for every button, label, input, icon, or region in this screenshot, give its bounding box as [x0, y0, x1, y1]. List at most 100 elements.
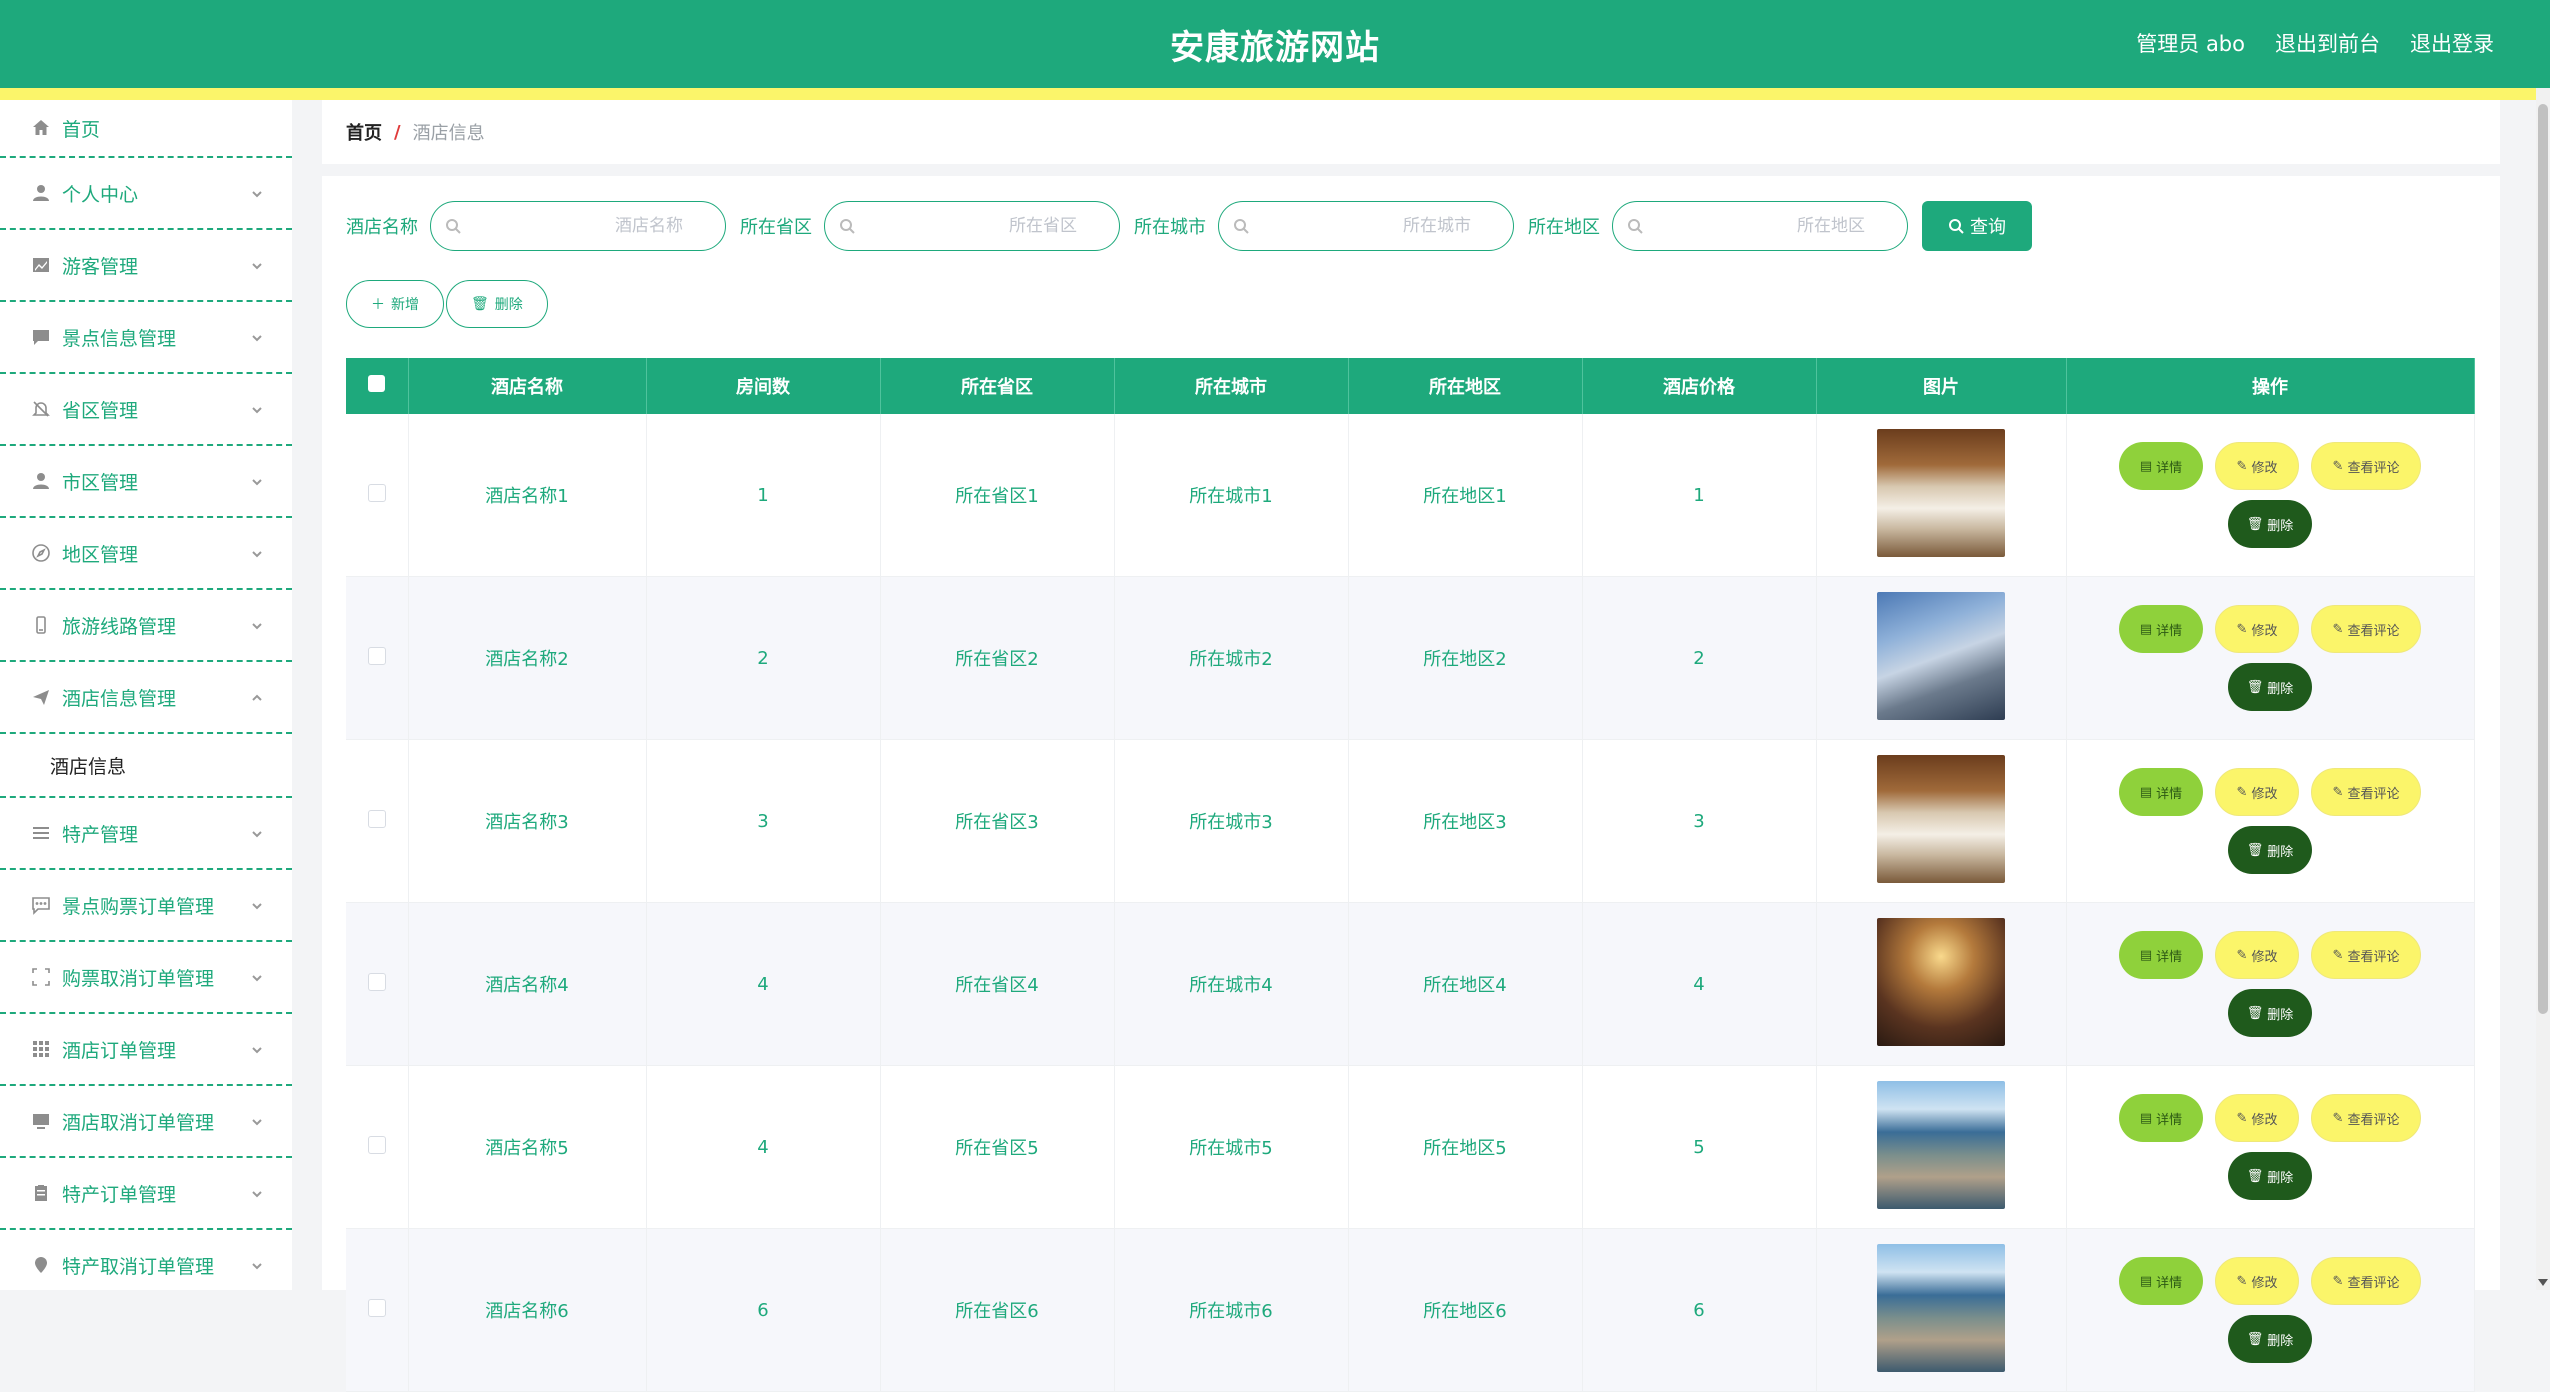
cell-image: [1816, 1228, 2067, 1392]
edit-button[interactable]: ✎ 修改: [2215, 1257, 2299, 1305]
detail-button[interactable]: ▤ 详情: [2119, 1094, 2203, 1142]
send-icon: [30, 686, 52, 708]
sidebar-item-label: 景点购票订单管理: [62, 895, 215, 918]
banquet-hall-photo[interactable]: [1877, 917, 2005, 1046]
sidebar-item-5[interactable]: 地区管理: [0, 518, 292, 590]
row-delete-button[interactable]: 🗑 删除: [2228, 1315, 2312, 1363]
sidebar-item-home[interactable]: 首页: [0, 100, 292, 158]
breadcrumb: 首页 / 酒店信息: [322, 100, 2500, 164]
sidebar-item-9[interactable]: 景点购票订单管理: [0, 870, 292, 942]
select-all-header: [346, 358, 409, 414]
edit-label: 修改: [2251, 623, 2278, 639]
edit-button[interactable]: ✎ 修改: [2215, 768, 2299, 816]
batch-delete-button[interactable]: 🗑 删除: [446, 280, 548, 328]
sidebar-subitem-hotel-info[interactable]: 酒店信息: [0, 734, 292, 798]
view-comments-label: 查看评论: [2347, 460, 2400, 476]
search-field-1: [824, 201, 1120, 251]
search-input-3[interactable]: [1643, 215, 1867, 237]
sidebar-item-13[interactable]: 特产订单管理: [0, 1158, 292, 1230]
search-label-0: 酒店名称: [346, 217, 418, 238]
select-all-checkbox[interactable]: [368, 375, 386, 392]
chevron-down-icon: [250, 616, 264, 630]
hotel-room-photo[interactable]: [1877, 428, 2005, 557]
coastal-resort-photo[interactable]: [1877, 1080, 2005, 1209]
cell-image: [1816, 902, 2067, 1066]
row-delete-button[interactable]: 🗑 删除: [2228, 663, 2312, 711]
pencil-icon: ✎: [2332, 1110, 2344, 1126]
row-checkbox[interactable]: [367, 483, 386, 502]
edit-label: 修改: [2251, 460, 2278, 476]
sidebar-item-label: 酒店取消订单管理: [62, 1111, 215, 1134]
edit-button[interactable]: ✎ 修改: [2215, 605, 2299, 653]
row-select-cell: [346, 1228, 409, 1392]
sidebar: 首页 个人中心游客管理景点信息管理省区管理市区管理 地区管理 旅游线路管理 酒店信息管…: [0, 100, 292, 1290]
sidebar-item-8[interactable]: 特产管理: [0, 798, 292, 870]
detail-button[interactable]: ▤ 详情: [2119, 931, 2203, 979]
row-checkbox[interactable]: [367, 1298, 386, 1317]
edit-button[interactable]: ✎ 修改: [2215, 442, 2299, 490]
cell-rooms: 1: [646, 414, 881, 577]
sidebar-item-label: 酒店订单管理: [62, 1039, 177, 1062]
pencil-icon: ✎: [2236, 458, 2248, 474]
sidebar-item-2[interactable]: 景点信息管理: [0, 302, 292, 374]
trash-icon: 🗑: [2246, 842, 2264, 858]
detail-button[interactable]: ▤ 详情: [2119, 442, 2203, 490]
row-checkbox[interactable]: [367, 646, 386, 665]
row-delete-button[interactable]: 🗑 删除: [2228, 500, 2312, 548]
search-input-2[interactable]: [1249, 215, 1473, 237]
query-button-label: 查询: [1970, 217, 2006, 238]
view-comments-button[interactable]: ✎ 查看评论: [2311, 1094, 2421, 1142]
sidebar-item-4[interactable]: 市区管理: [0, 446, 292, 518]
sidebar-item-10[interactable]: 购票取消订单管理: [0, 942, 292, 1014]
cell-district: 所在地区4: [1348, 902, 1583, 1066]
sidebar-item-6[interactable]: 旅游线路管理: [0, 590, 292, 662]
sidebar-item-14[interactable]: 特产取消订单管理: [0, 1230, 292, 1290]
sidebar-item-7[interactable]: 酒店信息管理: [0, 662, 292, 734]
cell-city: 所在城市3: [1114, 739, 1349, 903]
scroll-down-arrow[interactable]: [2538, 1279, 2548, 1286]
breadcrumb-current: 酒店信息: [412, 123, 485, 144]
row-checkbox[interactable]: [367, 1135, 386, 1154]
row-delete-label: 删除: [2267, 844, 2294, 860]
hotel-building-photo[interactable]: [1877, 591, 2005, 720]
cell-operations: ▤ 详情 ✎ 修改 ✎ 查看评论 🗑 删除: [2066, 414, 2475, 577]
search-input-1[interactable]: [855, 215, 1079, 237]
logout-link[interactable]: 退出登录: [2410, 28, 2494, 58]
sidebar-item-12[interactable]: 酒店取消订单管理: [0, 1086, 292, 1158]
list-icon: [30, 822, 52, 844]
sidebar-item-11[interactable]: 酒店订单管理: [0, 1014, 292, 1086]
edit-button[interactable]: ✎ 修改: [2215, 1094, 2299, 1142]
edit-button[interactable]: ✎ 修改: [2215, 931, 2299, 979]
detail-button[interactable]: ▤ 详情: [2119, 605, 2203, 653]
breadcrumb-home[interactable]: 首页: [346, 119, 382, 145]
row-checkbox[interactable]: [367, 972, 386, 991]
view-comments-button[interactable]: ✎ 查看评论: [2311, 931, 2421, 979]
search-icon: [446, 219, 461, 234]
row-delete-button[interactable]: 🗑 删除: [2228, 826, 2312, 874]
query-button[interactable]: 查询: [1922, 201, 2032, 251]
sidebar-item-label: 游客管理: [62, 255, 139, 278]
sidebar-item-3[interactable]: 省区管理: [0, 374, 292, 446]
sidebar-item-label: 首页: [62, 118, 101, 141]
sidebar-item-0[interactable]: 个人中心: [0, 158, 292, 230]
row-delete-button[interactable]: 🗑 删除: [2228, 989, 2312, 1037]
detail-button[interactable]: ▤ 详情: [2119, 1257, 2203, 1305]
scrollbar-thumb[interactable]: [2538, 104, 2548, 1014]
chevron-down-icon: [250, 328, 264, 342]
exit-to-front-link[interactable]: 退出到前台: [2275, 28, 2380, 58]
view-comments-button[interactable]: ✎ 查看评论: [2311, 605, 2421, 653]
header-rooms: 房间数: [646, 358, 881, 414]
sidebar-item-1[interactable]: 游客管理: [0, 230, 292, 302]
view-comments-button[interactable]: ✎ 查看评论: [2311, 768, 2421, 816]
hotel-room-photo[interactable]: [1877, 754, 2005, 883]
sidebar-item-label: 省区管理: [62, 399, 139, 422]
row-delete-button[interactable]: 🗑 删除: [2228, 1152, 2312, 1200]
view-comments-button[interactable]: ✎ 查看评论: [2311, 1257, 2421, 1305]
detail-button[interactable]: ▤ 详情: [2119, 768, 2203, 816]
add-button[interactable]: ＋ 新增: [346, 280, 444, 328]
search-input-0[interactable]: [461, 215, 685, 237]
coastal-resort-photo[interactable]: [1877, 1243, 2005, 1372]
cell-operations: ▤ 详情 ✎ 修改 ✎ 查看评论 🗑 删除: [2066, 739, 2475, 903]
view-comments-button[interactable]: ✎ 查看评论: [2311, 442, 2421, 490]
row-checkbox[interactable]: [367, 809, 386, 828]
